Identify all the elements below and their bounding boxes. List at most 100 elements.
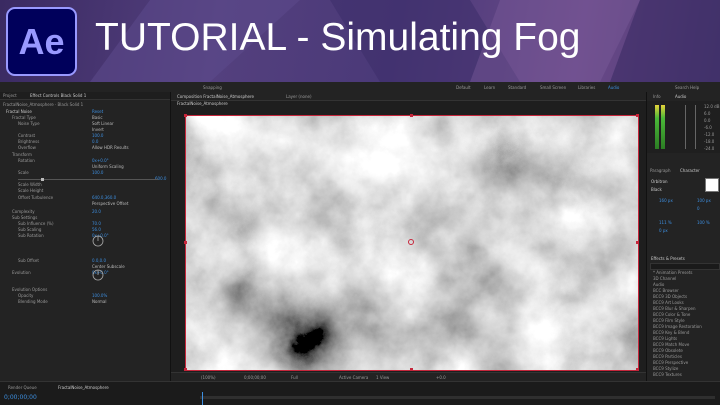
effect-property-row[interactable]: Perspective Offset [0, 201, 170, 206]
effect-property-value[interactable]: 56.0 [92, 227, 101, 232]
effects-list-item[interactable]: * Animation Presets [653, 270, 693, 275]
playhead[interactable] [202, 392, 203, 405]
font-size-field[interactable]: 160 px [659, 198, 673, 203]
effect-property-row[interactable]: Evolution Options [0, 287, 170, 292]
effect-property-row[interactable]: Brightness 0.0 [0, 139, 170, 144]
tab-render-queue[interactable]: Render Queue [8, 385, 37, 390]
effect-property-row[interactable]: Overflow Allow HDR Results [0, 145, 170, 150]
workspace-standard[interactable]: Standard [508, 85, 526, 90]
vertical-scale-field[interactable]: 111 % [659, 220, 672, 225]
effects-list-item[interactable]: BCC9 Match Move [653, 342, 689, 347]
effect-property-row[interactable]: Rotation 0x+0.0° [0, 158, 170, 163]
font-family-field[interactable]: Orbitron [651, 179, 668, 184]
effect-property-row[interactable]: Blending Mode Normal [0, 299, 170, 304]
viewer-timecode[interactable]: 0;00;00;00 [244, 375, 266, 380]
layer-handle-tl[interactable] [184, 114, 187, 117]
views-dropdown[interactable]: 1 View [376, 375, 389, 380]
effects-list-item[interactable]: BCC9 Stylize [653, 366, 678, 371]
workspace-default[interactable]: Default [456, 85, 471, 90]
effect-property-row[interactable]: Sub Settings [0, 215, 170, 220]
workspace-small-screen[interactable]: Small Screen [540, 85, 566, 90]
tab-timeline-comp[interactable]: FractalNoise_Atmosphere [58, 385, 109, 390]
tracking-field[interactable]: 0 [697, 206, 700, 211]
baseline-shift-field[interactable]: 0 px [659, 228, 668, 233]
effects-list-item[interactable]: BCC9 Obsolete [653, 348, 683, 353]
effects-list-item[interactable]: BCC9 3D Objects [653, 294, 687, 299]
effect-property-value[interactable]: 20.0 [92, 209, 101, 214]
effect-property-value[interactable]: 100.0 [92, 170, 103, 175]
camera-dropdown[interactable]: Active Camera [339, 375, 368, 380]
effect-property-value[interactable]: 0x+0.0° [92, 158, 109, 163]
exposure-value[interactable]: +0.0 [436, 375, 446, 380]
resolution-dropdown[interactable]: Full [291, 375, 298, 380]
tab-info[interactable]: Info [653, 94, 661, 99]
fill-color-swatch[interactable] [705, 178, 719, 192]
layer-handle-tc[interactable] [410, 114, 413, 117]
effects-list-item[interactable]: BCC9 Perspective [653, 360, 688, 365]
scale-slider-knob[interactable] [41, 178, 44, 181]
effects-list-item[interactable]: BCC9 Film Style [653, 318, 685, 323]
horizontal-scale-field[interactable]: 100 % [697, 220, 710, 225]
workspace-learn[interactable]: Learn [484, 85, 495, 90]
composition-sub-tab[interactable]: FractalNoise_Atmosphere [177, 101, 228, 107]
tab-character[interactable]: Character [680, 168, 700, 173]
snapping-toggle[interactable]: Snapping [203, 85, 222, 90]
effects-list-item[interactable]: BCC9 Lights [653, 336, 677, 341]
layer-handle-tr[interactable] [636, 114, 639, 117]
effect-property-value[interactable]: Normal [92, 299, 106, 304]
effects-list-item[interactable]: BCC9 Image Restoration [653, 324, 702, 329]
tab-layer[interactable]: Layer (none) [286, 94, 312, 99]
effect-property-value[interactable]: Basic [92, 115, 103, 120]
effect-property-value[interactable]: 100.0% [92, 293, 107, 298]
effect-property-row[interactable]: Scale Width [0, 182, 170, 187]
tab-paragraph[interactable]: Paragraph [650, 168, 671, 173]
scale-slider[interactable] [18, 179, 158, 180]
effect-property-value[interactable]: Invert [92, 127, 104, 132]
effect-property-row[interactable]: Sub Influence (%) 70.0 [0, 221, 170, 226]
effect-property-row[interactable]: Uniform Scaling [0, 164, 170, 169]
tab-effect-controls[interactable]: Effect Controls Black Solid 1 [30, 93, 86, 98]
timeline-timecode[interactable]: 0;00;00;00 [4, 394, 37, 401]
effect-property-value[interactable]: Soft Linear [92, 121, 114, 126]
tab-project[interactable]: Project [3, 93, 17, 98]
effect-property-row[interactable]: Fractal Type Basic [0, 115, 170, 120]
effects-list-item[interactable]: BCC9 Color & Tone [653, 312, 690, 317]
layer-handle-mr[interactable] [636, 241, 639, 244]
leading-field[interactable]: 100 px [697, 198, 711, 203]
layer-handle-ml[interactable] [184, 241, 187, 244]
evolution-dial[interactable] [92, 269, 104, 281]
effects-list-item[interactable]: Audio [653, 282, 664, 287]
time-ruler[interactable] [200, 396, 715, 399]
effects-list-item[interactable]: BCC9 Textures [653, 372, 682, 377]
effect-property-row[interactable]: Offset Turbulence 640.0,360.0 [0, 195, 170, 200]
reset-link[interactable]: Reset [92, 109, 103, 114]
effect-property-row[interactable]: Evolution 0x+0.0° [0, 270, 170, 275]
effect-property-value[interactable]: 640.0,360.0 [92, 195, 116, 200]
effects-list-item[interactable]: BCC9 Particles [653, 354, 682, 359]
workspace-audio[interactable]: Audio [608, 85, 619, 90]
effect-property-value[interactable]: Perspective Offset [92, 201, 128, 206]
effect-property-row[interactable]: Scale Height [0, 188, 170, 193]
effect-property-row[interactable]: Sub Rotation 0x+0.0° [0, 233, 170, 238]
effect-property-value[interactable]: 100.0 [92, 133, 103, 138]
effects-list-item[interactable]: BCC9 Art Looks [653, 300, 684, 305]
audio-slider-left[interactable] [685, 105, 686, 149]
effects-list-item[interactable]: BCC9 Key & Blend [653, 330, 689, 335]
effects-list-item[interactable]: BCC Browser [653, 288, 679, 293]
layer-handle-br[interactable] [636, 368, 639, 371]
anchor-point-icon[interactable] [408, 239, 414, 245]
font-style-field[interactable]: Black [651, 187, 662, 192]
effect-property-row[interactable]: Sub Scaling 56.0 [0, 227, 170, 232]
zoom-dropdown[interactable]: (100%) [201, 375, 216, 380]
effect-property-row[interactable]: Contrast 100.0 [0, 133, 170, 138]
effects-search-field[interactable] [650, 263, 720, 270]
search-help[interactable]: Search Help [675, 85, 699, 90]
effect-property-value[interactable]: 70.0 [92, 221, 101, 226]
tab-composition[interactable]: Composition FractalNoise_Atmosphere [177, 94, 254, 99]
effect-property-row[interactable]: Scale 100.0 [0, 170, 170, 175]
sub-rotation-dial[interactable] [92, 235, 104, 247]
effect-property-row[interactable]: Complexity 20.0 [0, 209, 170, 214]
effects-list-item[interactable]: BCC9 Blur & Sharpen [653, 306, 695, 311]
layer-handle-bl[interactable] [184, 368, 187, 371]
effect-property-value[interactable]: 0.0,0.0 [92, 258, 106, 263]
